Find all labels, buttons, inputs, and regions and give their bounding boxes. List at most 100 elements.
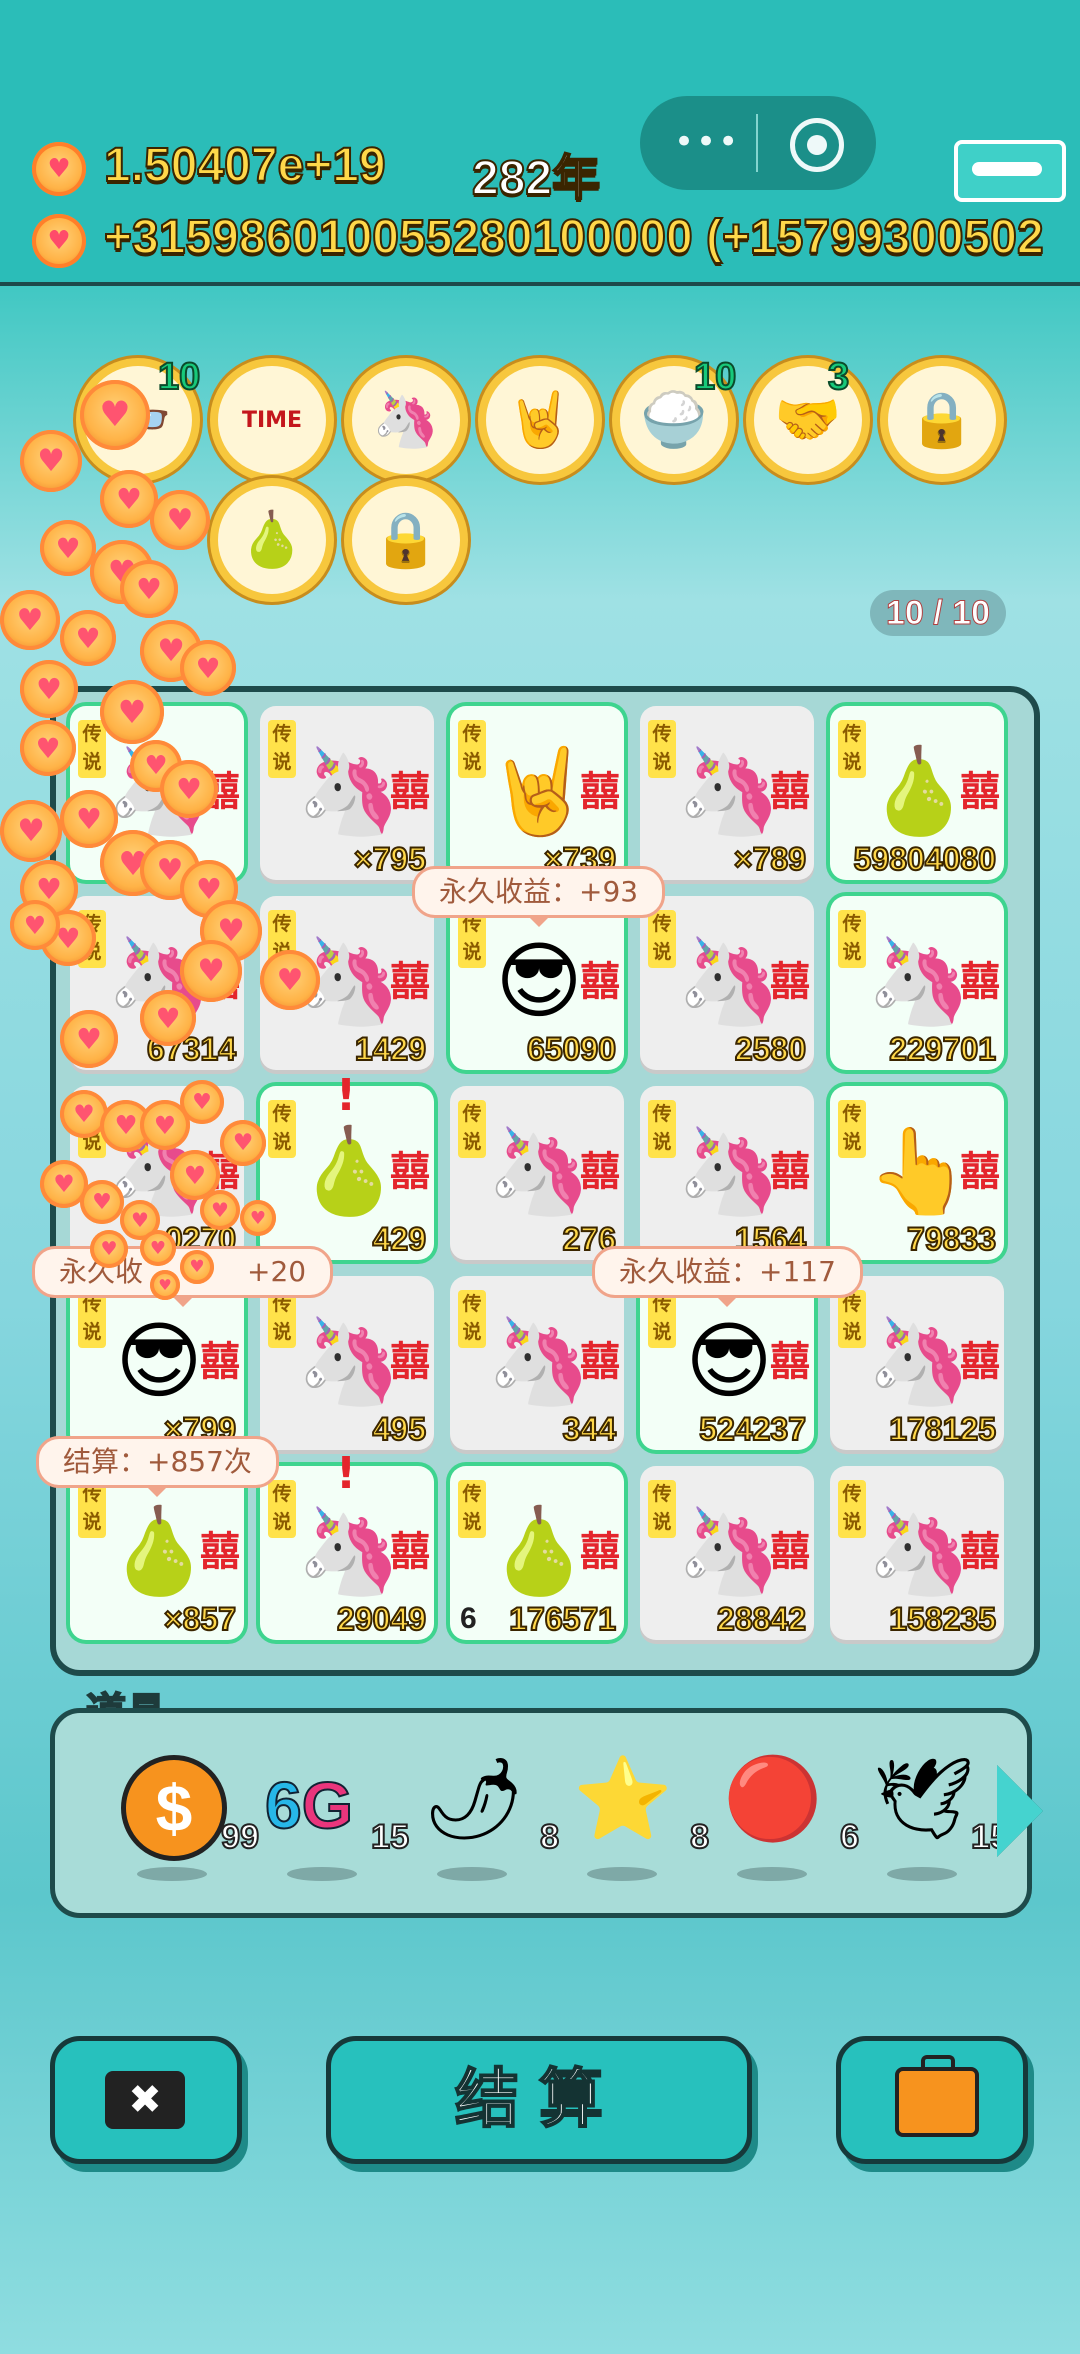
- board-cell-rock-hand[interactable]: 传说 🤘 囍 ×739: [450, 706, 624, 880]
- legend-tag: 传说: [838, 1480, 866, 1538]
- cell-value: ×789: [733, 840, 807, 878]
- settle-button[interactable]: 结算: [326, 2036, 752, 2164]
- close-program-icon[interactable]: [790, 118, 844, 172]
- board-cell-unicorn[interactable]: 传说 🦄 囍 158235: [830, 1466, 1004, 1640]
- heart-coin-icon: ♥: [100, 680, 164, 744]
- board-cell-unicorn[interactable]: 传说 🦄 囍 344: [450, 1276, 624, 1450]
- cell-value: 495: [372, 1410, 427, 1448]
- item-count: 8: [539, 1817, 560, 1857]
- item-dollar-coin[interactable]: $ 99: [115, 1749, 260, 1881]
- heart-coin-icon: ♥: [0, 800, 62, 862]
- heart-coin-icon: ♥: [150, 1270, 180, 1300]
- board-cell-unicorn[interactable]: 传说 🦄 囍 28842: [640, 1466, 814, 1640]
- bag-button[interactable]: [836, 2036, 1028, 2164]
- heart-coin-icon: ♥: [260, 950, 320, 1010]
- heart-coin-icon: ♥: [80, 1180, 124, 1224]
- mini-program-capsule: •••: [640, 96, 876, 190]
- cell-value: 344: [562, 1410, 617, 1448]
- legend-tag: 传说: [268, 1290, 296, 1348]
- double-happiness-icon: 囍: [580, 769, 620, 815]
- buff-glyph: 🔒: [372, 508, 440, 571]
- item-lychee[interactable]: 🔴 6: [715, 1749, 860, 1881]
- heart-coin-icon: ♥: [20, 660, 78, 718]
- heart-coin-icon: ♥: [20, 430, 82, 492]
- buff-glyph: TIME: [241, 407, 303, 433]
- cell-value: 65090: [526, 1030, 617, 1068]
- item-chili[interactable]: 🌶 8: [415, 1749, 560, 1881]
- item-star[interactable]: ⭐ 8: [565, 1749, 710, 1881]
- close-icon: ✖: [105, 2071, 185, 2129]
- cancel-button[interactable]: ✖: [50, 2036, 242, 2164]
- board-cell-unicorn[interactable]: 传说 🦄 囍 ×789: [640, 706, 814, 880]
- rock-hand-icon[interactable]: 🤘: [486, 366, 594, 474]
- board-cell-unicorn[interactable]: 传说 🦄 囍 495: [260, 1276, 434, 1450]
- heart-coin-icon: ♥: [180, 1250, 214, 1284]
- cell-value: 229701: [888, 1030, 997, 1068]
- double-happiness-icon: 囍: [960, 769, 1000, 815]
- year-counter: 282年: [471, 151, 601, 206]
- legend-tag: 传说: [78, 1480, 106, 1538]
- cell-value: 59804080: [853, 840, 997, 878]
- double-happiness-icon: 囍: [580, 959, 620, 1005]
- double-happiness-icon: 囍: [390, 1339, 430, 1385]
- heart-coin-icon: ♥: [140, 1230, 176, 1266]
- cell-value: 1429: [354, 1030, 427, 1068]
- heart-coin-icon: ♥: [180, 1080, 224, 1124]
- heart-coin-icon: ♥: [120, 560, 178, 618]
- star-icon: ⭐: [573, 1752, 673, 1845]
- double-happiness-icon: 囍: [390, 1529, 430, 1575]
- double-happiness-icon: 囍: [200, 1339, 240, 1385]
- item-count: 99: [220, 1817, 260, 1857]
- buff-count: 10: [693, 355, 737, 399]
- board-cell-unicorn[interactable]: 传说 🦄 囍 2580: [640, 896, 814, 1070]
- board-cell-unicorn[interactable]: 传说 🦄 囍 178125: [830, 1276, 1004, 1450]
- double-happiness-icon: 囍: [770, 959, 810, 1005]
- time-magazine-icon[interactable]: TIME: [218, 366, 326, 474]
- key-button[interactable]: [954, 140, 1066, 202]
- dollar-coin-icon: $: [121, 1755, 227, 1861]
- cell-value: 28842: [716, 1600, 807, 1638]
- slot-counter: 10 / 10: [870, 590, 1006, 636]
- legend-tag: 传说: [458, 1480, 486, 1538]
- board-cell-pomelo[interactable]: 传说 🍐 囍 176571 6: [450, 1466, 624, 1640]
- next-arrow-icon[interactable]: [997, 1765, 1043, 1857]
- buff-count: 3: [827, 355, 850, 399]
- items-panel: $ 99 6G 15 🌶 8 ⭐ 8 🔴 6 🕊 15: [50, 1708, 1043, 1918]
- legend-tag: 传说: [458, 1290, 486, 1348]
- board-cell-pomelo[interactable]: 传说 🍐 囍 59804080: [830, 706, 1004, 880]
- legend-tag: 传说: [268, 720, 296, 778]
- board-cell-unicorn[interactable]: 传说 🦄 囍 276: [450, 1086, 624, 1260]
- top-bar: ♥ 1.50407e+19 282年 ♥ +315986010055280100…: [0, 0, 1080, 286]
- board-cell-sunglasses-man[interactable]: 传说 😎 囍 ×799: [70, 1276, 244, 1450]
- heart-coin-icon: ♥: [90, 1230, 128, 1268]
- board-cell-unicorn[interactable]: 传说 🦄 囍 229701: [830, 896, 1004, 1070]
- board-cell-unicorn[interactable]: 传说 🦄 囍 1564: [640, 1086, 814, 1260]
- heart-coin-icon: ♥: [200, 1190, 240, 1230]
- buff-glyph: 🔒: [908, 388, 976, 451]
- settle-bubble: 结算：+857次: [36, 1436, 279, 1497]
- legend-tag: 传说: [838, 1290, 866, 1348]
- double-happiness-icon: 囍: [390, 1149, 430, 1195]
- item-6g[interactable]: 6G 15: [264, 1749, 410, 1881]
- safe-icon[interactable]: 🔒: [888, 366, 996, 474]
- board-cell-unicorn[interactable]: 传说 🦄 囍 ×795: [260, 706, 434, 880]
- safe-icon-2[interactable]: 🔒: [352, 486, 460, 594]
- cell-value: ×795: [353, 840, 427, 878]
- legend-tag: 传说: [268, 1480, 296, 1538]
- unicorn-heart-icon[interactable]: 🦄: [352, 366, 460, 474]
- income-bubble: 永久收益：+117: [592, 1246, 863, 1307]
- board-cell-pointing-hand[interactable]: 传说 👆 囍 79833: [830, 1086, 1004, 1260]
- heart-coin-icon: ♥: [0, 590, 60, 650]
- cell-value: 178125: [888, 1410, 997, 1448]
- alert-icon: !: [336, 1070, 357, 1121]
- cell-value: 176571: [508, 1600, 617, 1638]
- cell-value: 2580: [734, 1030, 807, 1068]
- double-happiness-icon: 囍: [580, 1339, 620, 1385]
- briefcase-icon: [895, 2055, 979, 2137]
- legend-tag: 传说: [268, 1100, 296, 1158]
- item-duck[interactable]: 🕊 15: [865, 1749, 1010, 1881]
- grapefruit-icon[interactable]: 🍐: [218, 486, 326, 594]
- more-menu-icon[interactable]: •••: [674, 122, 740, 162]
- heart-coin-icon: ♥: [32, 142, 86, 196]
- buff-glyph: 🤘: [506, 388, 574, 451]
